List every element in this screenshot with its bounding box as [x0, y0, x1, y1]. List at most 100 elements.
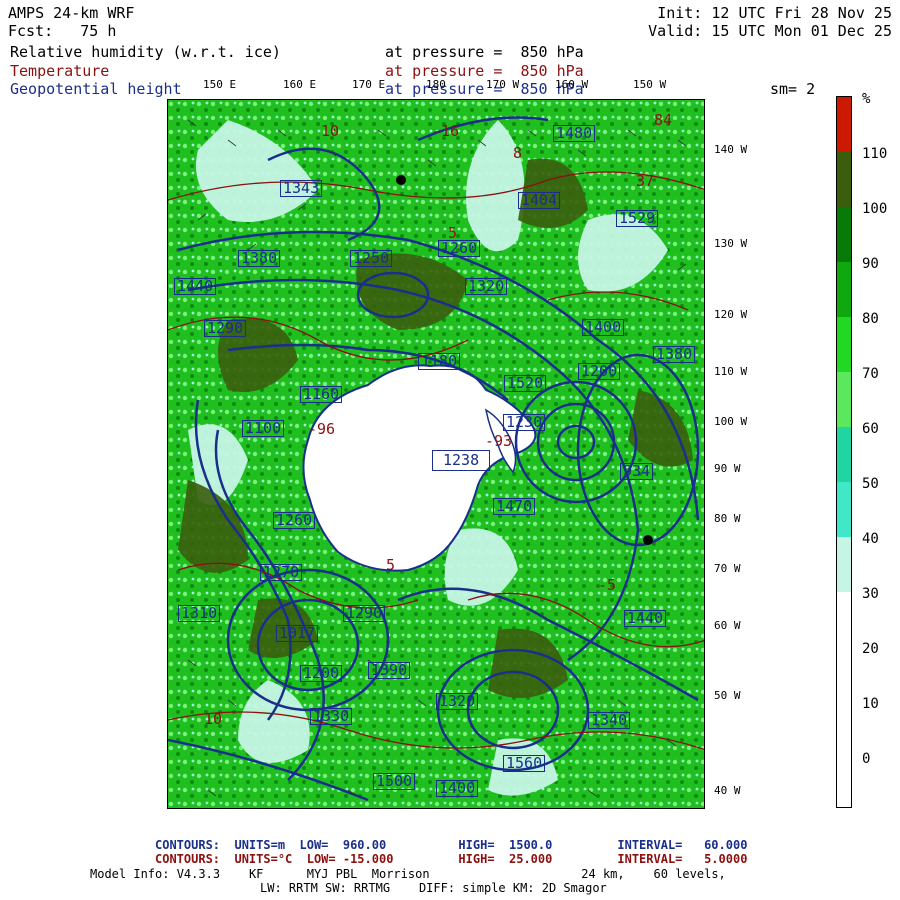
- lon-label: 160 W: [555, 78, 589, 91]
- height-label: 1180: [418, 353, 461, 370]
- colorbar-segment: [837, 482, 851, 537]
- height-label: 1330: [310, 708, 353, 725]
- lon-label-right: 100 W: [714, 415, 748, 428]
- colorbar-tick: 110: [862, 146, 888, 162]
- colorbar-tick: 70: [862, 366, 879, 382]
- temp-label: 5: [448, 224, 458, 242]
- colorbar-segment: [837, 152, 851, 207]
- height-label: 1440: [174, 278, 217, 295]
- colorbar-tick: 50: [862, 476, 879, 492]
- temp-label: -96: [308, 420, 336, 438]
- height-label: 1310: [178, 605, 221, 622]
- height-label: 1250: [350, 250, 393, 267]
- lon-label-right: 70 W: [714, 562, 741, 575]
- lon-label-right: 40 W: [714, 784, 741, 797]
- field-height-label: Geopotential height: [10, 80, 182, 98]
- height-label: 1290: [204, 320, 247, 337]
- temp-label: 8: [513, 144, 523, 162]
- height-label: 1500: [373, 773, 416, 790]
- colorbar: [836, 96, 852, 808]
- physics-info: LW: RRTM SW: RRTMG DIFF: simple KM: 2D S…: [260, 881, 607, 895]
- height-label: 1470: [493, 498, 536, 515]
- colorbar-tick: 90: [862, 256, 879, 272]
- contour-info-temperature: CONTOURS: UNITS=°C LOW= -15.000 HIGH= 25…: [155, 852, 748, 866]
- height-label: 1100: [242, 420, 285, 437]
- lon-label-right: 60 W: [714, 619, 741, 632]
- field-temp-label: Temperature: [10, 62, 110, 80]
- height-label: 1520: [504, 375, 547, 392]
- temp-label: 10: [204, 710, 223, 728]
- height-label: 1238: [432, 450, 491, 471]
- colorbar-segment: [837, 372, 851, 427]
- height-label: 1400: [582, 319, 625, 336]
- colorbar-unit: %: [862, 91, 871, 107]
- smoothing-label: sm= 2: [770, 80, 816, 98]
- contour-info-height: CONTOURS: UNITS=m LOW= 960.00 HIGH= 1500…: [155, 838, 748, 852]
- height-label: 1320: [465, 278, 508, 295]
- height-label: 1343: [280, 180, 323, 197]
- height-label: 1480: [553, 125, 596, 142]
- init-time: Init: 12 UTC Fri 28 Nov 25: [657, 4, 892, 22]
- colorbar-segment: [837, 537, 851, 592]
- lon-label: 160 E: [283, 78, 317, 91]
- colorbar-tick: 20: [862, 641, 879, 657]
- colorbar-segment: [837, 592, 851, 807]
- colorbar-tick: 40: [862, 531, 879, 547]
- colorbar-tick: 10: [862, 696, 879, 712]
- height-label: 1017: [276, 625, 319, 642]
- height-label: 1260: [273, 512, 316, 529]
- lon-label-right: 80 W: [714, 512, 741, 525]
- temp-label: 10: [321, 122, 340, 140]
- lon-label: 150 W: [633, 78, 667, 91]
- weather-map: 1480 1404 1529 1343 1380 1320 1290 1250 …: [167, 99, 705, 809]
- temp-label: 84: [654, 111, 673, 129]
- height-label: 1270: [260, 564, 303, 581]
- valid-time: Valid: 15 UTC Mon 01 Dec 25: [648, 22, 892, 40]
- colorbar-segment: [837, 317, 851, 372]
- temp-label: -16: [432, 122, 460, 140]
- lon-label-right: 120 W: [714, 308, 748, 321]
- height-label: 1320: [436, 693, 479, 710]
- temp-label: -5: [598, 576, 617, 594]
- height-label: 1260: [438, 240, 481, 257]
- colorbar-tick: 80: [862, 311, 879, 327]
- colorbar-segment: [837, 97, 851, 152]
- lon-label: 170 E: [352, 78, 386, 91]
- height-label: 1440: [624, 610, 667, 627]
- lon-label-right: 50 W: [714, 689, 741, 702]
- lon-label: 180: [426, 78, 446, 91]
- lon-label-right: 130 W: [714, 237, 748, 250]
- field-temp-pressure: at pressure = 850 hPa: [385, 62, 584, 80]
- colorbar-tick: 0: [862, 751, 871, 767]
- field-rh-pressure: at pressure = 850 hPa: [385, 43, 584, 61]
- height-label: 1400: [436, 780, 479, 797]
- lon-label-right: 90 W: [714, 462, 741, 475]
- colorbar-segment: [837, 262, 851, 317]
- height-label: 1290: [343, 605, 386, 622]
- temp-label: -93: [485, 432, 513, 450]
- height-label: 1390: [368, 662, 411, 679]
- height-label: 1560: [503, 755, 546, 772]
- lon-label: 170 W: [486, 78, 520, 91]
- lon-label: 150 E: [203, 78, 237, 91]
- forecast-hour: Fcst: 75 h: [8, 22, 117, 40]
- field-height-pressure: at pressure = 850 hPa: [385, 80, 584, 98]
- height-label: 934: [620, 463, 654, 480]
- height-label: 1380: [653, 346, 696, 363]
- model-info: Model Info: V4.3.3 KF MYJ PBL Morrison 2…: [90, 867, 726, 881]
- colorbar-tick: 100: [862, 201, 888, 217]
- height-label: 1200: [578, 363, 621, 380]
- height-label: 1200: [300, 665, 343, 682]
- height-label: 1160: [300, 386, 343, 403]
- height-label: 1380: [238, 250, 281, 267]
- colorbar-tick: 60: [862, 421, 879, 437]
- colorbar-segment: [837, 427, 851, 482]
- lon-label-right: 140 W: [714, 143, 748, 156]
- model-title: AMPS 24-km WRF: [8, 4, 135, 22]
- lon-label-right: 110 W: [714, 365, 748, 378]
- field-rh-label: Relative humidity (w.r.t. ice): [10, 43, 281, 61]
- height-label: 1529: [616, 210, 659, 227]
- colorbar-tick: 30: [862, 586, 879, 602]
- temp-label: 37: [636, 172, 655, 190]
- temp-label: 5: [386, 556, 396, 574]
